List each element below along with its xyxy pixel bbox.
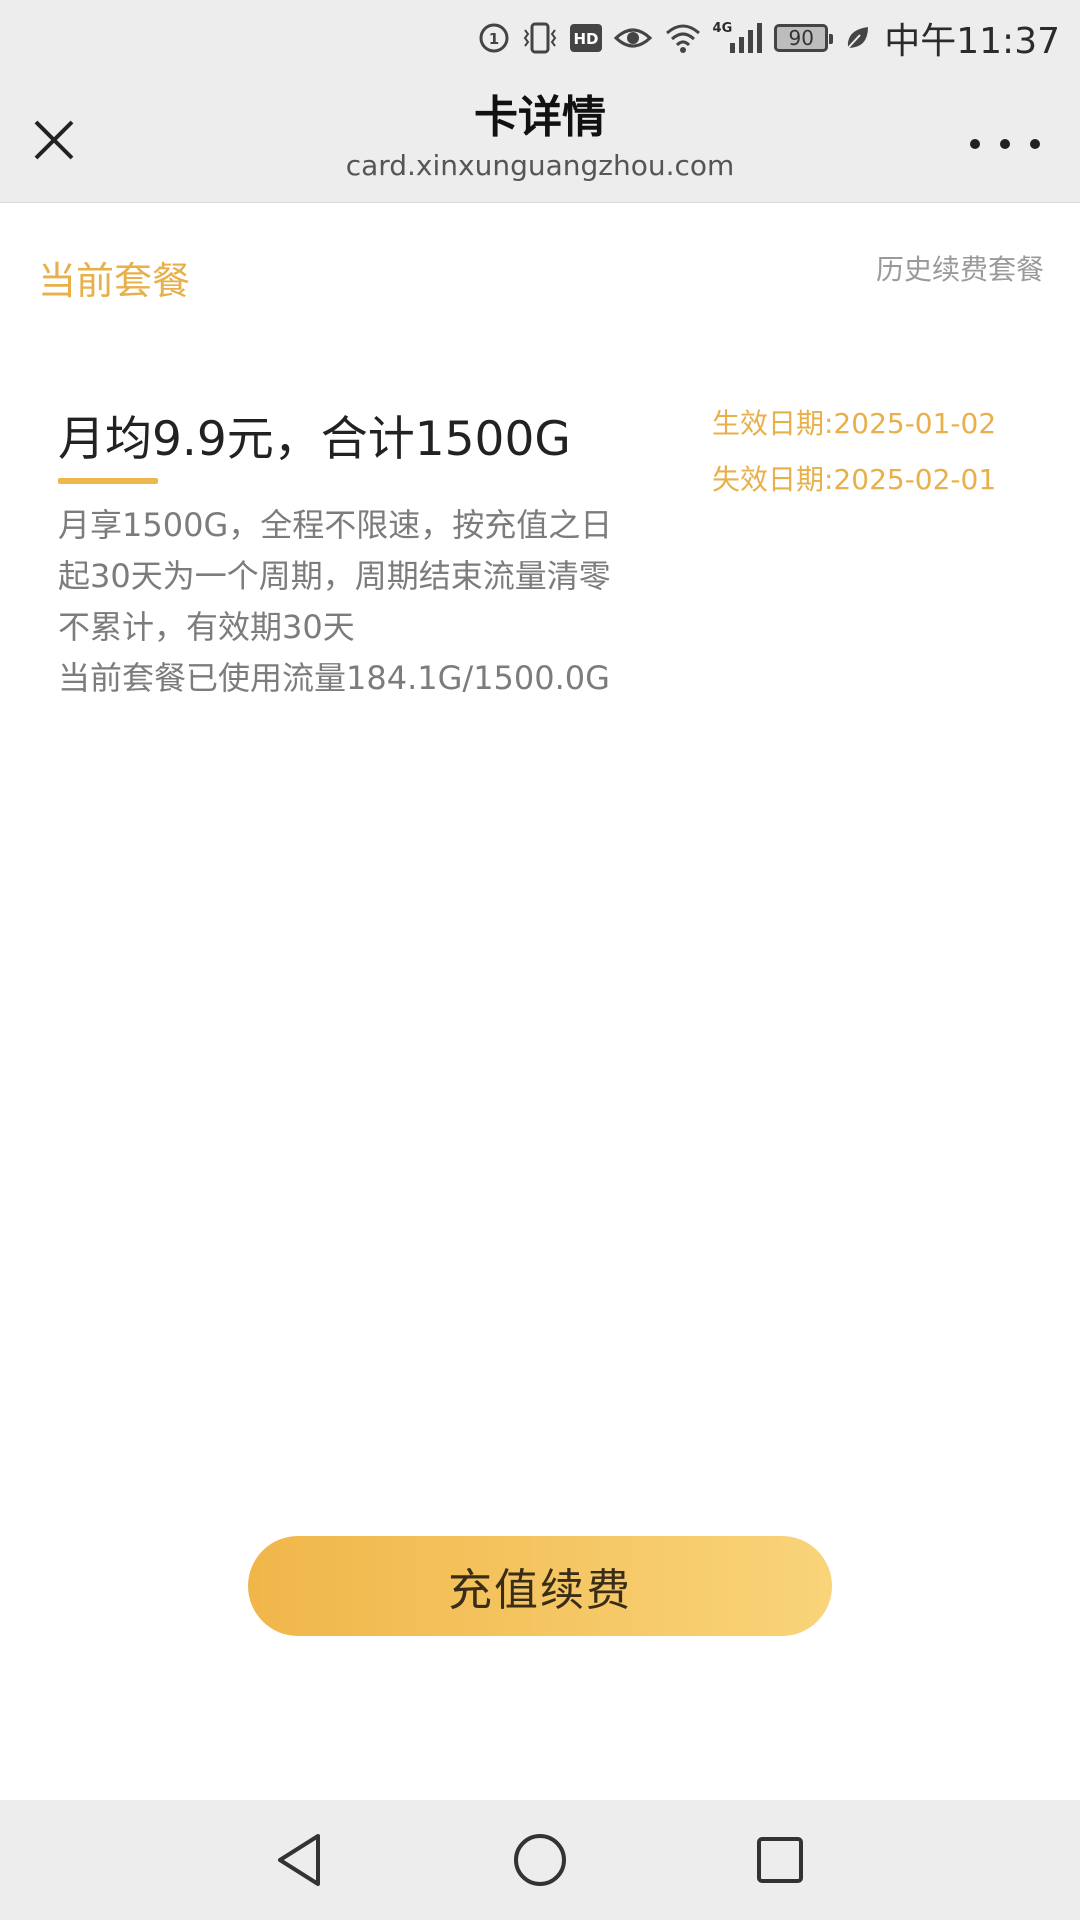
recents-button[interactable] (750, 1830, 810, 1890)
title-bar: 卡详情 card.xinxunguangzhou.com (0, 76, 1080, 203)
recharge-button[interactable]: 充值续费 (248, 1536, 832, 1636)
svg-text:1: 1 (488, 30, 498, 48)
status-time: 中午11:37 (884, 21, 1060, 62)
battery-level: 90 (774, 24, 834, 52)
leaf-icon (844, 24, 870, 52)
more-icon-dot (1030, 139, 1040, 149)
close-button[interactable] (30, 116, 78, 164)
system-nav-bar (0, 1800, 1080, 1920)
recents-icon (757, 1837, 803, 1883)
back-button[interactable] (270, 1830, 330, 1890)
plan-description-line: 不累计，有效期30天 (58, 608, 355, 646)
more-button[interactable] (970, 126, 1040, 162)
plan-title-underline (58, 478, 158, 484)
page-url: card.xinxunguangzhou.com (345, 149, 735, 182)
plan-description: 月享1500G，全程不限速，按充值之日 起30天为一个周期，周期结束流量清零 不… (58, 500, 658, 704)
svg-text:HD: HD (573, 30, 598, 48)
home-icon (514, 1834, 566, 1886)
vibrate-icon (521, 21, 559, 55)
data-saver-icon: 1 (477, 21, 511, 55)
status-icons: 1 HD 4G 90 中午11:37 (477, 14, 1060, 62)
network-type-label: 4G (712, 20, 733, 36)
wifi-icon (663, 21, 703, 55)
plan-description-line: 月享1500G，全程不限速，按充值之日 (58, 506, 613, 544)
home-button[interactable] (510, 1830, 570, 1890)
eye-comfort-icon (613, 23, 653, 53)
more-icon-dot (1000, 139, 1010, 149)
back-icon (278, 1834, 320, 1886)
more-icon (970, 139, 980, 149)
screen: 1 HD 4G 90 中午11:37 卡详情 card.xinxunguangz… (0, 0, 1080, 1920)
title-block: 卡详情 card.xinxunguangzhou.com (240, 90, 840, 186)
page-title: 卡详情 (474, 92, 606, 143)
tab-history-plans[interactable]: 历史续费套餐 (876, 248, 1044, 288)
plan-description-line: 起30天为一个周期，周期结束流量清零 (58, 557, 611, 595)
status-bar: 1 HD 4G 90 中午11:37 (0, 0, 1080, 76)
tab-current-plan[interactable]: 当前套餐 (38, 250, 190, 305)
plan-usage: 当前套餐已使用流量184.1G/1500.0G (58, 659, 610, 697)
expiry-date: 失效日期:2025-02-01 (712, 463, 997, 496)
effective-date: 生效日期:2025-01-02 (712, 407, 997, 440)
plan-title: 月均9.9元，合计1500G (58, 412, 571, 467)
battery-icon: 90 (774, 24, 834, 52)
close-icon (34, 120, 74, 160)
signal-icon: 4G (713, 21, 765, 55)
hd-icon: HD (569, 23, 603, 53)
